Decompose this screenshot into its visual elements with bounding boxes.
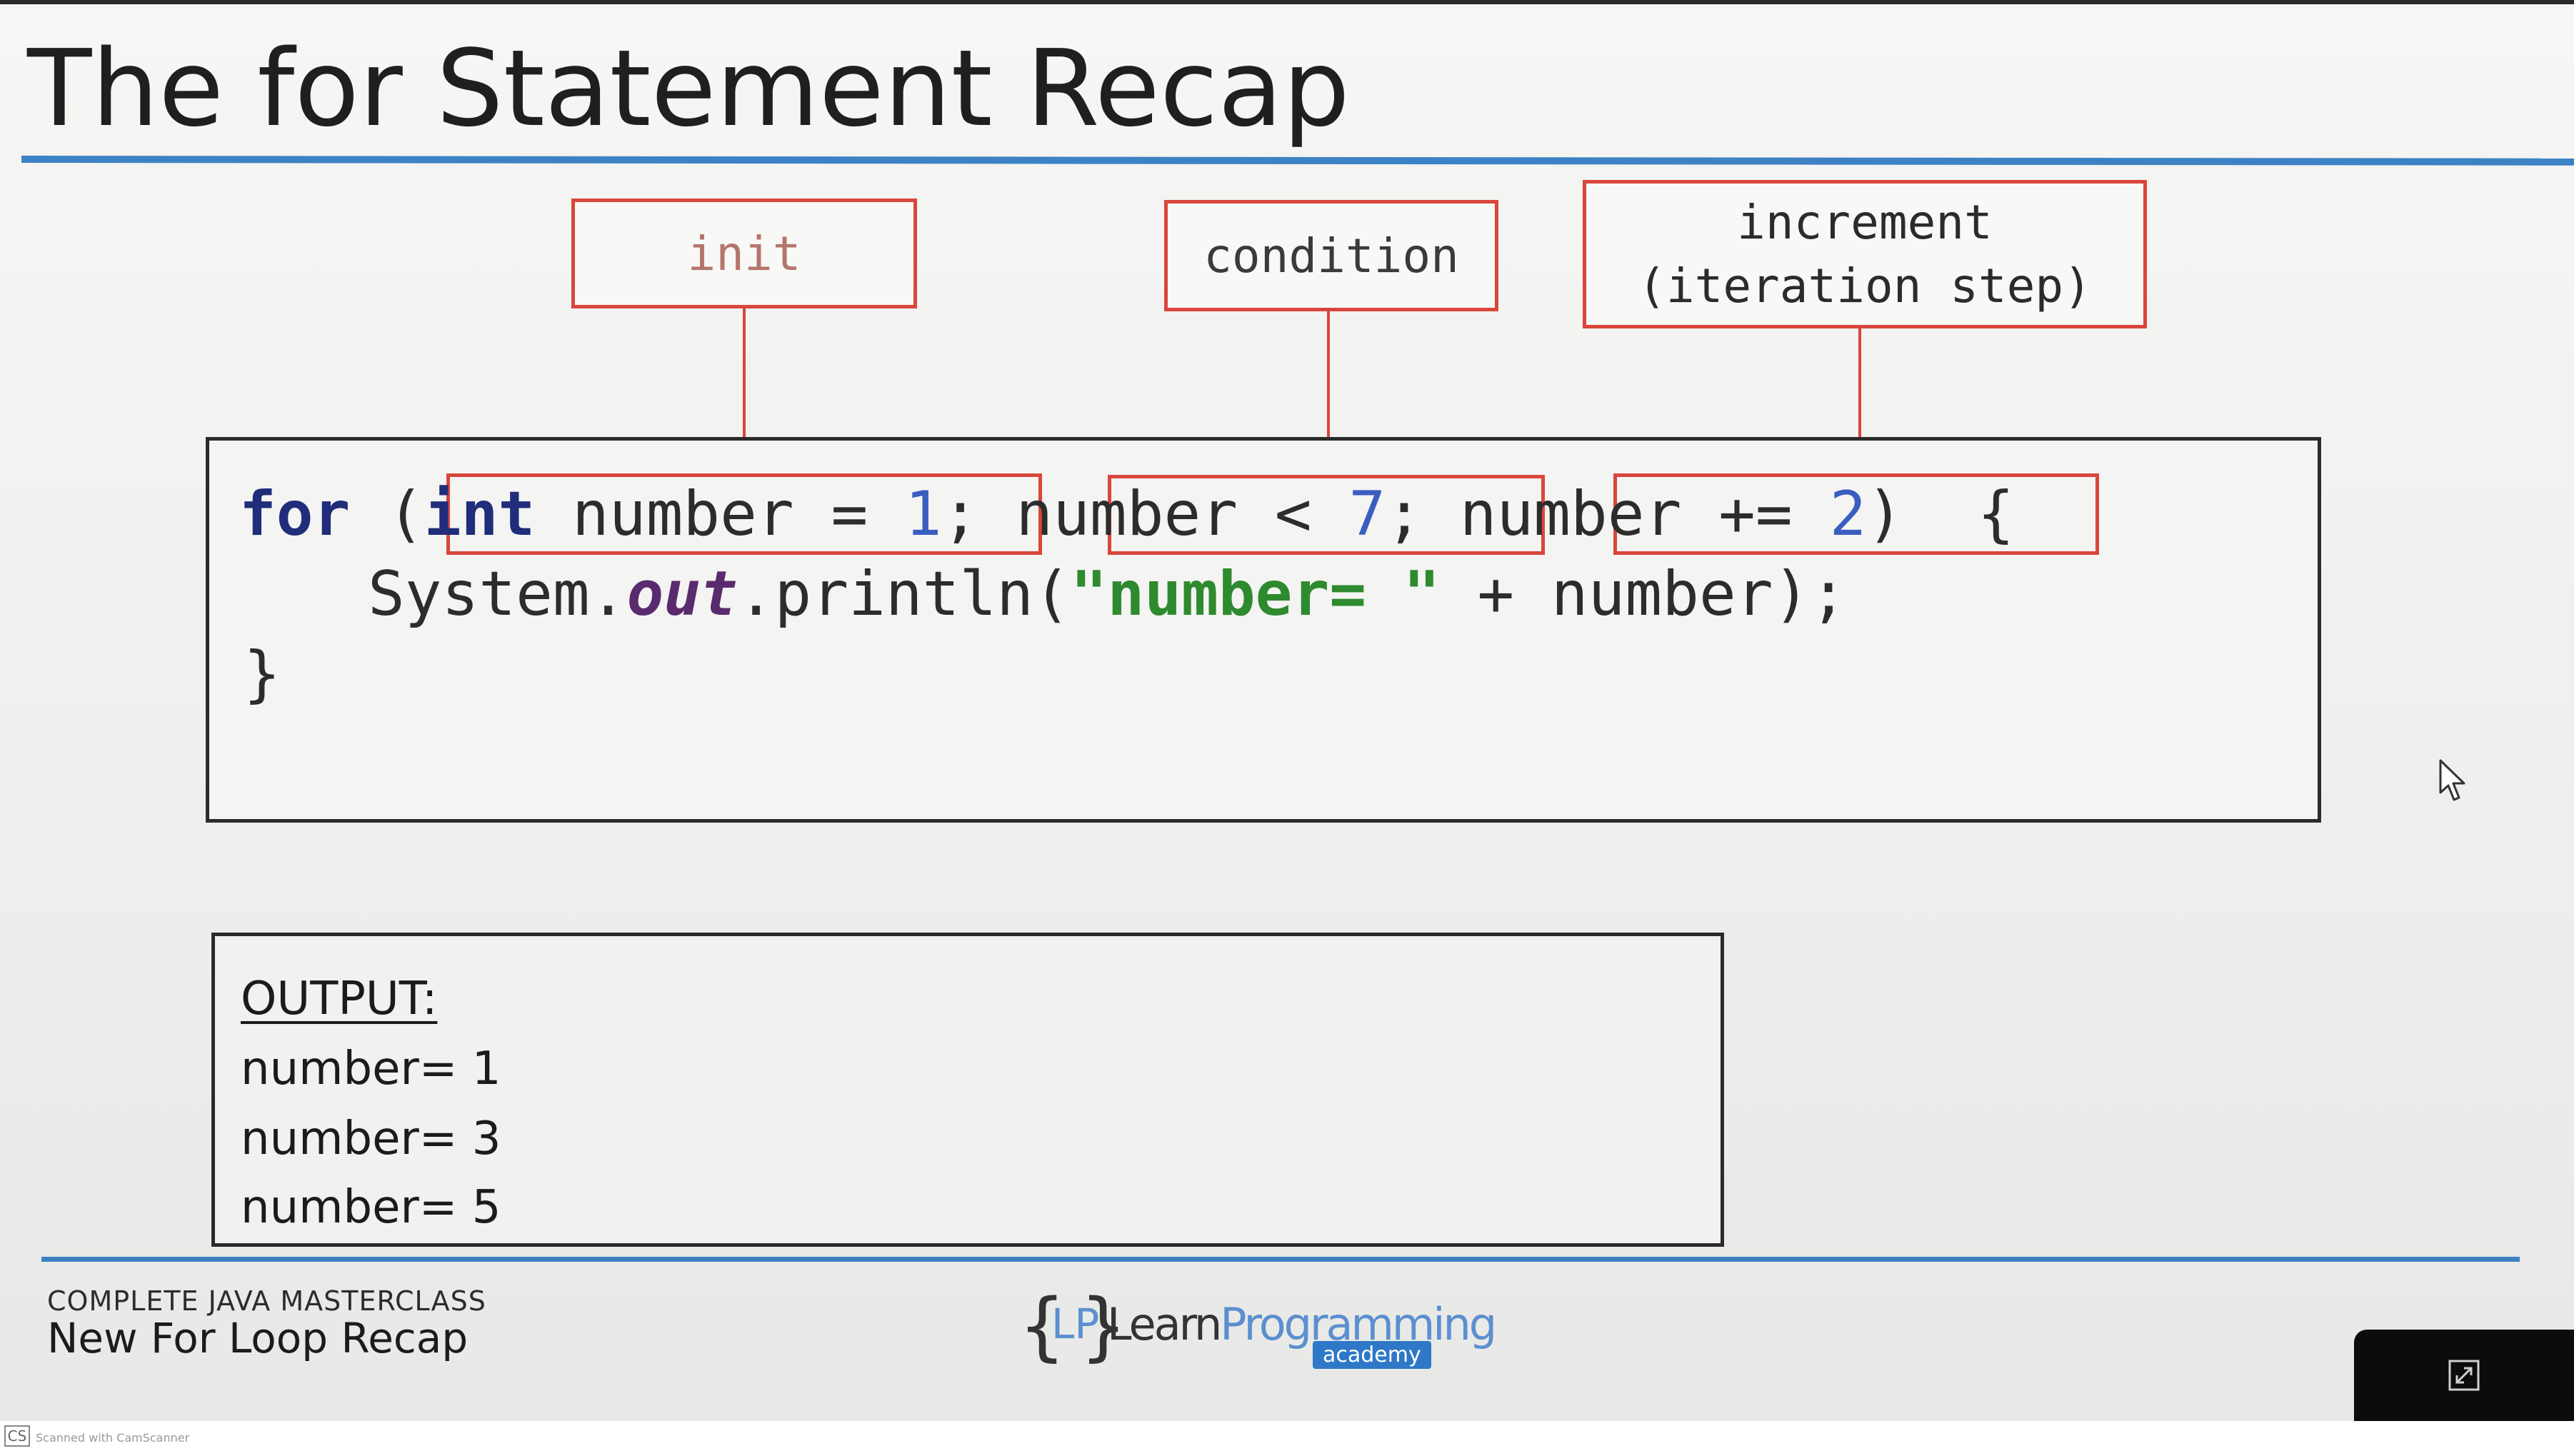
init-label-text: init [687, 226, 801, 281]
brace-open: { [1977, 478, 2015, 550]
title-underline [21, 156, 2574, 166]
slide-title: The for Statement Recap [27, 27, 1350, 150]
condition-label-text: condition [1203, 228, 1459, 283]
brace-close: } [244, 638, 281, 710]
output-line: number= 1 [241, 1043, 501, 1095]
output-header: OUTPUT: [241, 973, 438, 1025]
keyword-int: int [424, 478, 536, 550]
paren-close: ) [1866, 478, 1904, 550]
code-line-2: System.out.println("number= " + number); [368, 563, 1847, 625]
code-block: for (int number = 1; number < 7; number … [206, 437, 2321, 823]
fullscreen-icon [2448, 1360, 2480, 1391]
string-literal: "number= " [1070, 558, 1441, 630]
output-line: number= 3 [241, 1113, 501, 1165]
increment-label-line2: (iteration step) [1638, 258, 2092, 313]
top-border [0, 0, 2574, 4]
scanner-strip [0, 1421, 2574, 1456]
semicolon-1: ; [941, 478, 979, 550]
condition-text: number < [1016, 478, 1349, 550]
keyword-for: for [239, 478, 351, 550]
fullscreen-button[interactable] [2354, 1330, 2574, 1421]
condition-label: condition [1164, 200, 1498, 311]
camscanner-logo: CS [4, 1425, 30, 1447]
logo-wordmark: LearnProgramming [1107, 1298, 1497, 1350]
output-block: OUTPUT: number= 1 number= 3 number= 5 [211, 933, 1724, 1247]
learnprogramming-logo: { LP } LearnProgramming academy [1018, 1282, 1497, 1375]
init-rest: number = [535, 478, 906, 550]
concat-text: + number); [1440, 558, 1848, 630]
course-name: COMPLETE JAVA MASTERCLASS [47, 1285, 486, 1317]
init-arrow-line [743, 308, 746, 458]
increment-text: number += [1459, 478, 1830, 550]
code-line-1: for (int number = 1; number < 7; number … [239, 483, 2014, 545]
println-text: .println( [737, 558, 1071, 630]
logo-academy-badge: academy [1313, 1341, 1431, 1369]
out-field: out [626, 558, 738, 630]
slide: The for Statement Recap init condition i… [0, 0, 2574, 1421]
mouse-cursor-icon [2439, 759, 2465, 801]
code-line-3: } [244, 643, 281, 705]
increment-label: increment (iteration step) [1583, 180, 2147, 328]
increment-label-line1: increment [1737, 194, 1993, 250]
output-line: number= 5 [241, 1181, 501, 1234]
increment-value: 2 [1829, 478, 1867, 550]
footer-rule [41, 1257, 2520, 1262]
system-text: System. [368, 558, 627, 630]
init-label: init [571, 199, 917, 308]
condition-value: 7 [1348, 478, 1386, 550]
semicolon-2: ; [1386, 478, 1423, 550]
camscanner-watermark: Scanned with CamScanner [36, 1431, 190, 1445]
paren-open: ( [387, 478, 424, 550]
init-value: 1 [905, 478, 942, 550]
lesson-name: New For Loop Recap [47, 1314, 469, 1362]
